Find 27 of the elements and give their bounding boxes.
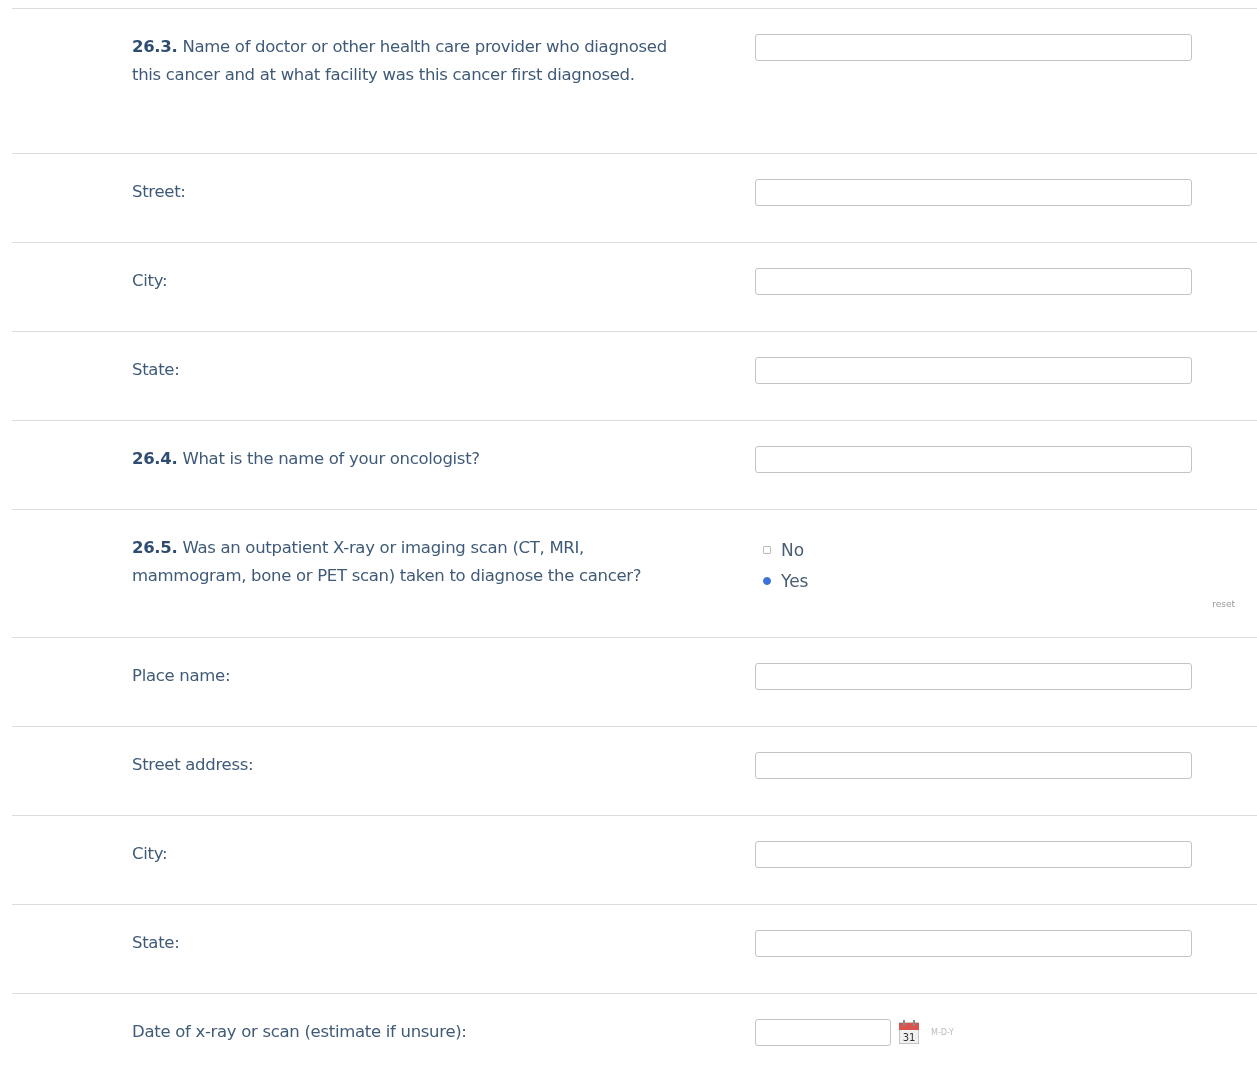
radio-button[interactable] [763, 577, 771, 585]
question-label: 26.4. What is the name of your oncologist? [132, 448, 481, 470]
question-label: State: [132, 359, 181, 381]
radio-label[interactable]: No [781, 536, 805, 564]
question-label: City: [132, 270, 169, 292]
text-input[interactable] [755, 357, 1192, 384]
question-label: State: [132, 932, 181, 954]
text-input[interactable] [755, 841, 1192, 868]
radio-label[interactable]: Yes [781, 567, 809, 595]
question-label: Date of x-ray or scan (estimate if unsure): [132, 1021, 468, 1043]
question-label: Place name: [132, 665, 232, 687]
date-input[interactable] [755, 1019, 891, 1046]
question-label: Street address: [132, 754, 255, 776]
question-label: Street: [132, 181, 187, 203]
question-label: 26.3. Name of doctor or other health care provider who diagnosed this cancer and at what facility was this cancer first diagnosed. [132, 36, 668, 86]
text-input[interactable] [755, 268, 1192, 295]
text-input[interactable] [755, 663, 1192, 690]
text-input[interactable] [755, 34, 1192, 61]
question-label: 26.5. Was an outpatient X-ray or imaging scan (CT, MRI, mammogram, bone or PET scan) taken to diagnose the cancer? [132, 537, 643, 587]
radio-button[interactable] [763, 546, 771, 554]
text-input[interactable] [755, 752, 1192, 779]
text-input[interactable] [755, 446, 1192, 473]
text-input[interactable] [755, 930, 1192, 957]
date-format-hint: M-D-Y [931, 1027, 954, 1037]
calendar-icon[interactable]: 31 [899, 1020, 919, 1044]
question-label: City: [132, 843, 169, 865]
text-input[interactable] [755, 179, 1192, 206]
